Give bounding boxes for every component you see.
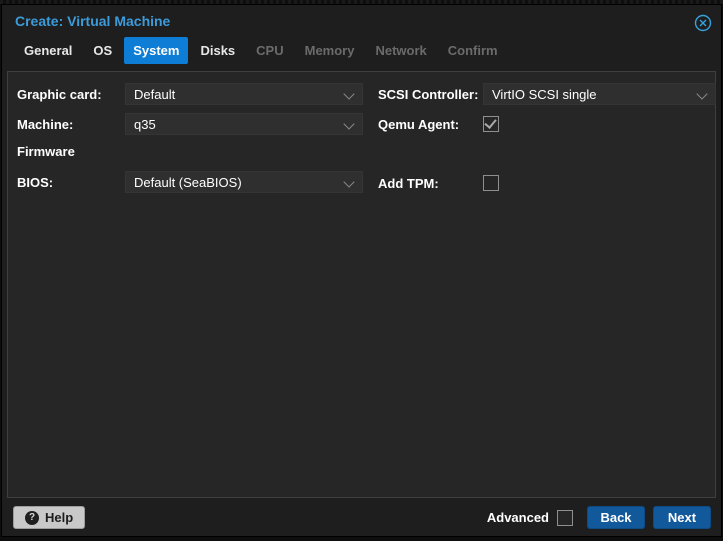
machine-select[interactable]: q35	[125, 113, 363, 135]
scsi-controller-label: SCSI Controller:	[378, 87, 483, 102]
help-button-label: Help	[45, 510, 73, 525]
machine-label: Machine:	[17, 117, 125, 132]
tab-cpu: CPU	[247, 37, 292, 64]
dialog-titlebar: Create: Virtual Machine	[2, 5, 721, 35]
machine-value: q35	[134, 117, 156, 132]
firmware-section-heading: Firmware	[17, 143, 363, 161]
form-column-left: Graphic card: Default Machine: q35 Firmw…	[17, 83, 363, 201]
qemu-agent-label: Qemu Agent:	[378, 117, 483, 132]
chevron-down-icon	[343, 118, 354, 129]
chevron-down-icon	[343, 176, 354, 187]
qemu-agent-checkbox[interactable]	[483, 116, 499, 132]
next-button[interactable]: Next	[653, 506, 711, 529]
add-tpm-checkbox[interactable]	[483, 175, 499, 191]
bios-select[interactable]: Default (SeaBIOS)	[125, 171, 363, 193]
bios-row: BIOS: Default (SeaBIOS)	[17, 171, 363, 193]
graphic-card-select[interactable]: Default	[125, 83, 363, 105]
dialog-footer: ? Help Advanced Back Next	[2, 499, 721, 536]
wizard-tabbar: General OS System Disks CPU Memory Netwo…	[2, 35, 721, 65]
scsi-controller-value: VirtIO SCSI single	[492, 87, 597, 102]
tab-confirm: Confirm	[439, 37, 507, 64]
add-tpm-row: Add TPM:	[378, 172, 716, 194]
tab-network: Network	[366, 37, 435, 64]
chevron-down-icon	[696, 88, 707, 99]
scsi-controller-row: SCSI Controller: VirtIO SCSI single	[378, 83, 716, 105]
system-form-panel: Graphic card: Default Machine: q35 Firmw…	[7, 71, 716, 498]
help-button[interactable]: ? Help	[13, 506, 85, 529]
add-tpm-label: Add TPM:	[378, 176, 483, 191]
graphic-card-value: Default	[134, 87, 175, 102]
tab-system[interactable]: System	[124, 37, 188, 64]
advanced-checkbox[interactable]	[557, 510, 573, 526]
graphic-card-label: Graphic card:	[17, 87, 125, 102]
bios-label: BIOS:	[17, 175, 125, 190]
advanced-label: Advanced	[487, 510, 549, 525]
machine-row: Machine: q35	[17, 113, 363, 135]
graphic-card-row: Graphic card: Default	[17, 83, 363, 105]
create-vm-dialog: Create: Virtual Machine General OS Syste…	[1, 4, 722, 537]
back-button[interactable]: Back	[587, 506, 645, 529]
tab-disks[interactable]: Disks	[191, 37, 244, 64]
close-icon[interactable]	[694, 14, 712, 32]
chevron-down-icon	[343, 88, 354, 99]
dialog-title: Create: Virtual Machine	[15, 13, 170, 29]
form-column-right: SCSI Controller: VirtIO SCSI single Qemu…	[378, 83, 716, 202]
question-circle-icon: ?	[25, 511, 39, 525]
tab-os[interactable]: OS	[84, 37, 121, 64]
footer-actions: Advanced Back Next	[487, 506, 711, 529]
qemu-agent-row: Qemu Agent:	[378, 113, 716, 135]
scsi-controller-select[interactable]: VirtIO SCSI single	[483, 83, 716, 105]
bios-value: Default (SeaBIOS)	[134, 175, 242, 190]
tab-memory: Memory	[296, 37, 364, 64]
tab-general[interactable]: General	[15, 37, 81, 64]
